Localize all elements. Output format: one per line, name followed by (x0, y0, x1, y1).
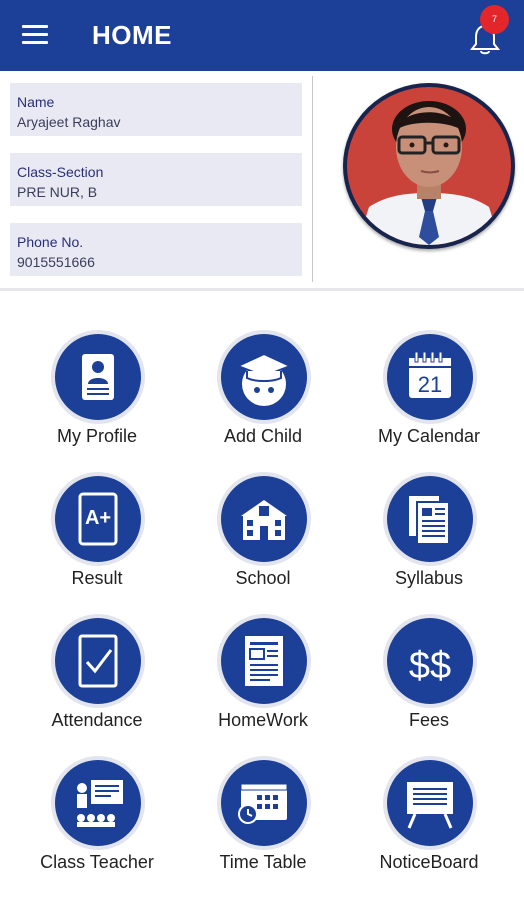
student-avatar[interactable] (343, 83, 515, 249)
section-divider (0, 288, 524, 291)
menu-label: Attendance (51, 710, 143, 730)
id-card-icon (55, 334, 141, 420)
page-title: HOME (92, 20, 172, 50)
menu-item-school[interactable]: School (180, 476, 346, 606)
menu-item-noticeboard[interactable]: NoticeBoard (346, 760, 512, 890)
school-building-icon (221, 476, 307, 562)
menu-item-my-calendar[interactable]: 21 My Calendar (346, 334, 512, 464)
menu-label: HomeWork (218, 710, 308, 730)
app-bar: HOME 7 (0, 0, 524, 71)
menu-item-syllabus[interactable]: Syllabus (346, 476, 512, 606)
hamburger-menu-icon[interactable] (22, 25, 48, 45)
phone-value: 9015551666 (17, 254, 95, 270)
calendar-day: 21 (418, 372, 442, 397)
menu-label: Time Table (219, 852, 307, 872)
dollar-icon: $$ (387, 618, 473, 704)
class-section-value: PRE NUR, B (17, 184, 98, 200)
fees-symbol: $$ (409, 645, 451, 687)
menu-label: Class Teacher (40, 852, 154, 872)
menu-label: My Profile (56, 426, 137, 446)
menu-label: Add Child (223, 426, 303, 446)
teacher-board-icon (55, 760, 141, 846)
class-section-field: Class-Section PRE NUR, B (10, 153, 302, 206)
menu-item-my-profile[interactable]: My Profile (14, 334, 180, 464)
menu-item-result[interactable]: A+ Result (14, 476, 180, 606)
menu-item-fees[interactable]: $$ Fees (346, 618, 512, 748)
menu-label: My Calendar (377, 426, 481, 446)
notice-board-icon (387, 760, 473, 846)
checkbox-icon (55, 618, 141, 704)
name-value: Aryajeet Raghav (17, 114, 121, 130)
notification-badge[interactable]: 7 (480, 5, 509, 34)
phone-field: Phone No. 9015551666 (10, 223, 302, 276)
graduate-face-icon (221, 334, 307, 420)
documents-icon (387, 476, 473, 562)
menu-item-time-table[interactable]: Time Table (180, 760, 346, 890)
menu-item-homework[interactable]: HomeWork (180, 618, 346, 748)
vertical-divider (312, 76, 313, 282)
grade-report-icon: A+ (55, 476, 141, 562)
phone-label: Phone No. (17, 234, 84, 250)
menu-label: Result (71, 568, 123, 588)
menu-item-attendance[interactable]: Attendance (14, 618, 180, 748)
menu-item-class-teacher[interactable]: Class Teacher (14, 760, 180, 890)
menu-label: Syllabus (394, 568, 464, 588)
notebook-icon (221, 618, 307, 704)
menu-label: NoticeBoard (379, 852, 479, 872)
timetable-icon (221, 760, 307, 846)
menu-item-add-child[interactable]: Add Child (180, 334, 346, 464)
calendar-icon: 21 (387, 334, 473, 420)
class-section-label: Class-Section (17, 164, 104, 180)
menu-label: School (235, 568, 291, 588)
menu-label: Fees (408, 710, 450, 730)
name-field: Name Aryajeet Raghav (10, 83, 302, 136)
grade-text: A+ (85, 507, 111, 529)
name-label: Name (17, 94, 55, 110)
